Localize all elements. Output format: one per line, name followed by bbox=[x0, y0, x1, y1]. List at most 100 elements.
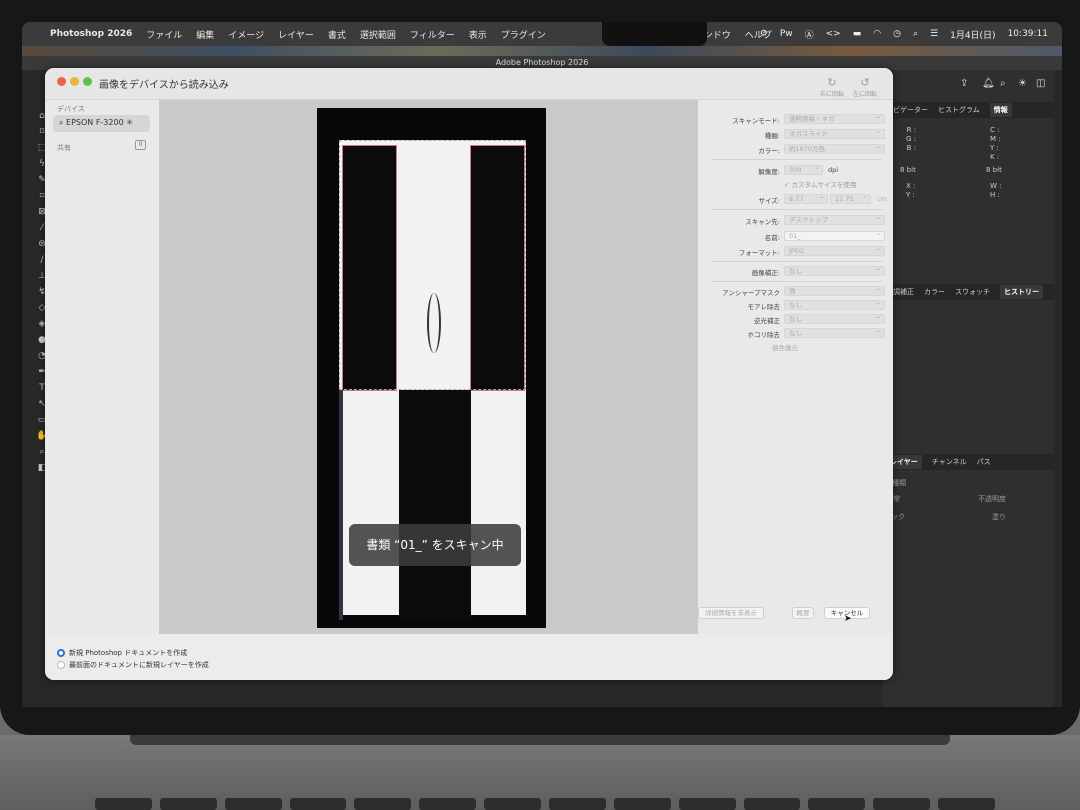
menu-filter[interactable]: フィルター bbox=[410, 28, 455, 41]
setting-name[interactable]: 名前:01_ bbox=[698, 231, 893, 242]
menu-file[interactable]: ファイル bbox=[146, 28, 182, 41]
info-r: R : bbox=[906, 126, 916, 135]
tab-channels[interactable]: チャンネル bbox=[932, 457, 967, 467]
eyedropper-tool-icon[interactable]: ⁄ bbox=[41, 222, 43, 234]
setting-resolution[interactable]: 解像度:300dpi bbox=[698, 165, 893, 176]
radio-new-layer[interactable]: 最前面のドキュメントに新規レイヤーを作成 bbox=[57, 660, 209, 670]
setting-color[interactable]: カラー:約1670万色 bbox=[698, 144, 893, 155]
battery-icon[interactable]: ▬ bbox=[853, 29, 862, 39]
setting-correction[interactable]: 画像補正:なし bbox=[698, 266, 893, 277]
bell-icon[interactable]: 🔔︎ bbox=[982, 78, 995, 89]
menu-image[interactable]: イメージ bbox=[228, 28, 264, 41]
workspace-icon[interactable]: ◫ bbox=[1036, 78, 1045, 89]
info-c: C : bbox=[990, 126, 1001, 135]
setting-scan-mode[interactable]: スキャンモード:透明原稿・ネガ bbox=[698, 114, 893, 125]
dialog-title: 画像をデバイスから読み込み bbox=[99, 76, 229, 91]
custom-size-checkbox[interactable]: ✓ カスタムサイズを使用 bbox=[698, 179, 893, 190]
setting-format[interactable]: フォーマット:JPEG bbox=[698, 246, 893, 257]
artboard-tool-icon[interactable]: ⌑ bbox=[40, 126, 45, 138]
menu-plugins[interactable]: プラグイン bbox=[501, 28, 546, 41]
control-center-icon[interactable]: ☰ bbox=[930, 29, 938, 39]
menu-app[interactable]: Photoshop 2026 bbox=[50, 29, 132, 39]
scan-settings: スキャンモード:透明原稿・ネガ 種類:ネガスライド カラー:約1670万色 解像… bbox=[698, 100, 893, 634]
mouse-cursor-icon: ➤ bbox=[844, 614, 852, 624]
info-x: X : bbox=[906, 182, 915, 191]
camera-notch bbox=[602, 22, 707, 46]
layer-panel-tabs: レイヤー チャンネル パス bbox=[882, 454, 1054, 470]
info-bit-right: 8 bit bbox=[986, 166, 1002, 174]
radio-new-document[interactable]: 新規 Photoshop ドキュメントを作成 bbox=[57, 648, 187, 658]
shared-label: 共有 bbox=[57, 143, 71, 153]
tips-icon[interactable]: ☀ bbox=[1018, 78, 1027, 89]
wifi-icon[interactable]: ◠ bbox=[873, 29, 881, 39]
radio-new-layer-label: 最前面のドキュメントに新規レイヤーを作成 bbox=[69, 660, 209, 670]
info-g: G : bbox=[906, 135, 916, 144]
info-m: M : bbox=[990, 135, 1001, 144]
info-y: Y : bbox=[990, 144, 1001, 153]
minimize-button[interactable] bbox=[70, 77, 79, 86]
setting-size[interactable]: サイズ:8.7711.75cm bbox=[698, 194, 893, 205]
tab-history[interactable]: ヒストリー bbox=[1000, 285, 1043, 299]
screen: Photoshop 2026 ファイル 編集 イメージ レイヤー 書式 選択範囲… bbox=[22, 22, 1062, 707]
tab-color[interactable]: カラー bbox=[924, 287, 945, 297]
zoom-button[interactable] bbox=[83, 77, 92, 86]
menu-select[interactable]: 選択範囲 bbox=[360, 28, 396, 41]
overview-button[interactable]: 概要 bbox=[792, 607, 814, 619]
tab-info[interactable]: 情報 bbox=[990, 103, 1012, 117]
home-icon[interactable]: ⌂ bbox=[39, 110, 45, 122]
setting-moire[interactable]: モアレ除去なし bbox=[698, 300, 893, 311]
setting-kind[interactable]: 種類:ネガスライド bbox=[698, 129, 893, 140]
setting-destination[interactable]: スキャン先:デスクトップ bbox=[698, 215, 893, 226]
creative-cloud-icon[interactable]: ⚙ bbox=[760, 29, 768, 39]
zoom-tool-icon[interactable]: ⌕ bbox=[39, 446, 44, 458]
tab-paths[interactable]: パス bbox=[977, 457, 991, 467]
pw-icon[interactable]: Pw bbox=[780, 29, 793, 39]
share-icon[interactable]: ⇪ bbox=[960, 78, 968, 89]
fill-label: 塗り bbox=[992, 512, 1006, 522]
info-k: K : bbox=[990, 153, 1001, 162]
tab-histogram[interactable]: ヒストグラム bbox=[938, 105, 980, 115]
dpi-unit: dpi bbox=[828, 166, 838, 174]
setting-dust[interactable]: ホコリ除去なし bbox=[698, 328, 893, 339]
info-bit-left: 8 bit bbox=[900, 166, 916, 174]
setting-backlight[interactable]: 逆光補正なし bbox=[698, 314, 893, 325]
spinner-icon: ✳ bbox=[126, 118, 133, 127]
mid-panel-tabs: 色調補正 カラー スウォッチ ヒストリー bbox=[882, 284, 1054, 300]
layer-filter-label: 種類 bbox=[892, 479, 906, 487]
type-tool-icon[interactable]: T bbox=[39, 382, 45, 394]
rotate-left-button[interactable]: ↺左に回転 bbox=[845, 76, 885, 98]
menu-type[interactable]: 書式 bbox=[328, 28, 346, 41]
input-source-icon[interactable]: Ⓐ bbox=[805, 28, 814, 41]
brush-tool-icon[interactable]: ∕ bbox=[40, 254, 43, 266]
info-y-coord: Y : bbox=[906, 191, 915, 200]
info-rgb: R : G : B : bbox=[906, 126, 916, 153]
hide-details-button[interactable]: 詳細情報を非表示 bbox=[698, 607, 764, 619]
device-name: EPSON F-3200 bbox=[66, 118, 124, 127]
menu-layer[interactable]: レイヤー bbox=[278, 28, 314, 41]
right-panels: ⇪ 🔔︎ ⌕ ☀ ◫ ナビゲーター ヒストグラム 情報 R : G : B : … bbox=[882, 70, 1054, 707]
device-epson[interactable]: ⌕ EPSON F-3200 ✳ bbox=[53, 115, 150, 132]
menu-view[interactable]: 表示 bbox=[469, 28, 487, 41]
spotlight-icon[interactable]: ⌕ bbox=[913, 29, 918, 39]
top-panel-tabs: ナビゲーター ヒストグラム 情報 bbox=[882, 102, 1054, 118]
scanning-overlay: 書類 “01_” をスキャン中 bbox=[349, 524, 521, 566]
code-icon[interactable]: <> bbox=[826, 29, 841, 39]
rotate-left-icon: ↺ bbox=[845, 76, 885, 89]
time[interactable]: 10:39:11 bbox=[1008, 29, 1048, 39]
info-w: W : bbox=[990, 182, 1002, 191]
date[interactable]: 1月4日(日) bbox=[950, 28, 995, 41]
radio-new-document-label: 新規 Photoshop ドキュメントを作成 bbox=[69, 648, 187, 658]
color-restore-checkbox[interactable]: 褪色復元 bbox=[698, 342, 893, 353]
tab-swatches[interactable]: スウォッチ bbox=[955, 287, 990, 297]
dialog-titlebar: 画像をデバイスから読み込み ↻右に回転 ↺左に回転 bbox=[45, 68, 893, 100]
devices-label: デバイス bbox=[57, 104, 85, 114]
photoshop-window: ⌂ ⌑ ⬚ ϟ ✎ ⌗ ⊠ ⁄ ⊜ ∕ ⊥ ↯ ◇ ◈ ● ◔ ✒ T ↖ ▭ … bbox=[22, 70, 1062, 707]
menu-edit[interactable]: 編集 bbox=[196, 28, 214, 41]
crop-tool-icon[interactable]: ⌗ bbox=[39, 190, 44, 202]
search-icon[interactable]: ⌕ bbox=[1000, 78, 1006, 89]
time-machine-icon[interactable]: ◷ bbox=[893, 29, 901, 39]
close-button[interactable] bbox=[57, 77, 66, 86]
setting-unsharp[interactable]: アンシャープマスク強 bbox=[698, 286, 893, 297]
status-area: ⚙ Pw Ⓐ <> ▬ ◠ ◷ ⌕ ☰ 1月4日(日) 10:39:11 bbox=[760, 22, 1048, 46]
size-unit: cm bbox=[877, 195, 887, 203]
